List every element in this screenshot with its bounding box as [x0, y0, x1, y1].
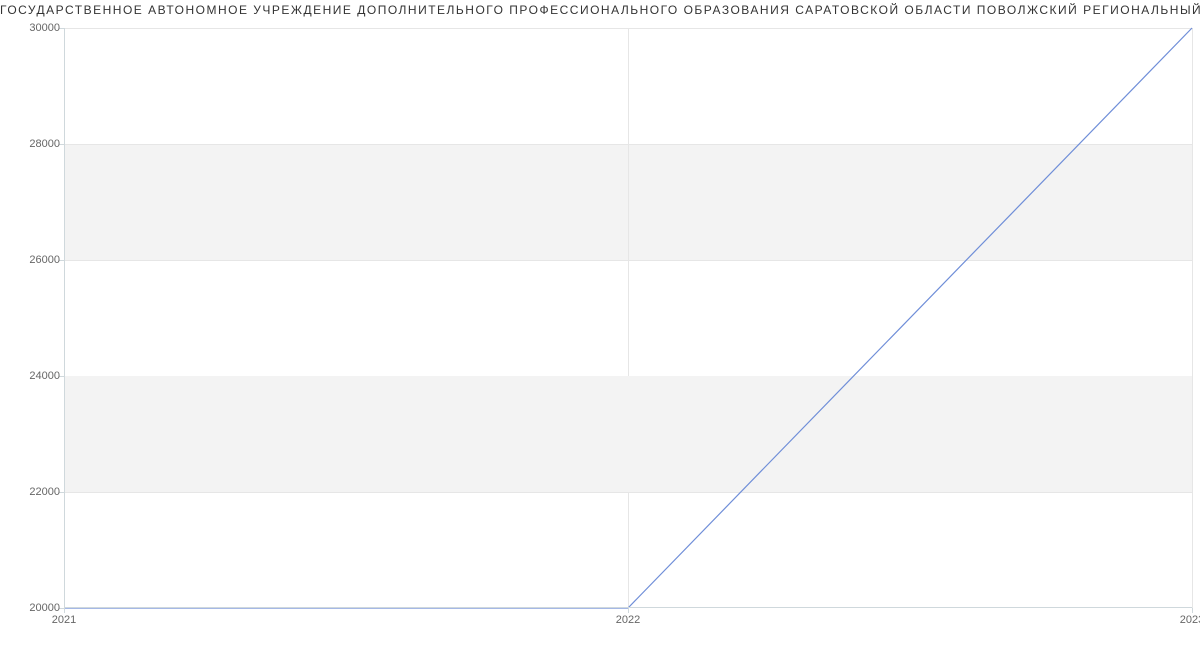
line-layer — [64, 28, 1192, 608]
y-tick-label: 28000 — [10, 138, 60, 150]
y-tick-label: 30000 — [10, 22, 60, 34]
tick-mark-x — [628, 608, 629, 613]
tick-mark-x — [1192, 608, 1193, 613]
x-tick-label: 2023 — [1180, 614, 1200, 626]
y-tick-label: 24000 — [10, 370, 60, 382]
series-line — [64, 28, 1192, 608]
y-tick-label: 26000 — [10, 254, 60, 266]
y-tick-label: 22000 — [10, 486, 60, 498]
x-tick-label: 2021 — [52, 614, 76, 626]
plot-area — [64, 28, 1192, 608]
chart-title: ГОСУДАРСТВЕННОЕ АВТОНОМНОЕ УЧРЕЖДЕНИЕ ДО… — [0, 0, 1200, 20]
chart-container: ГОСУДАРСТВЕННОЕ АВТОНОМНОЕ УЧРЕЖДЕНИЕ ДО… — [0, 0, 1200, 650]
gridline-x — [1192, 28, 1193, 608]
tick-mark-x — [64, 608, 65, 613]
x-tick-label: 2022 — [616, 614, 640, 626]
y-tick-label: 20000 — [10, 602, 60, 614]
y-axis — [64, 28, 65, 608]
